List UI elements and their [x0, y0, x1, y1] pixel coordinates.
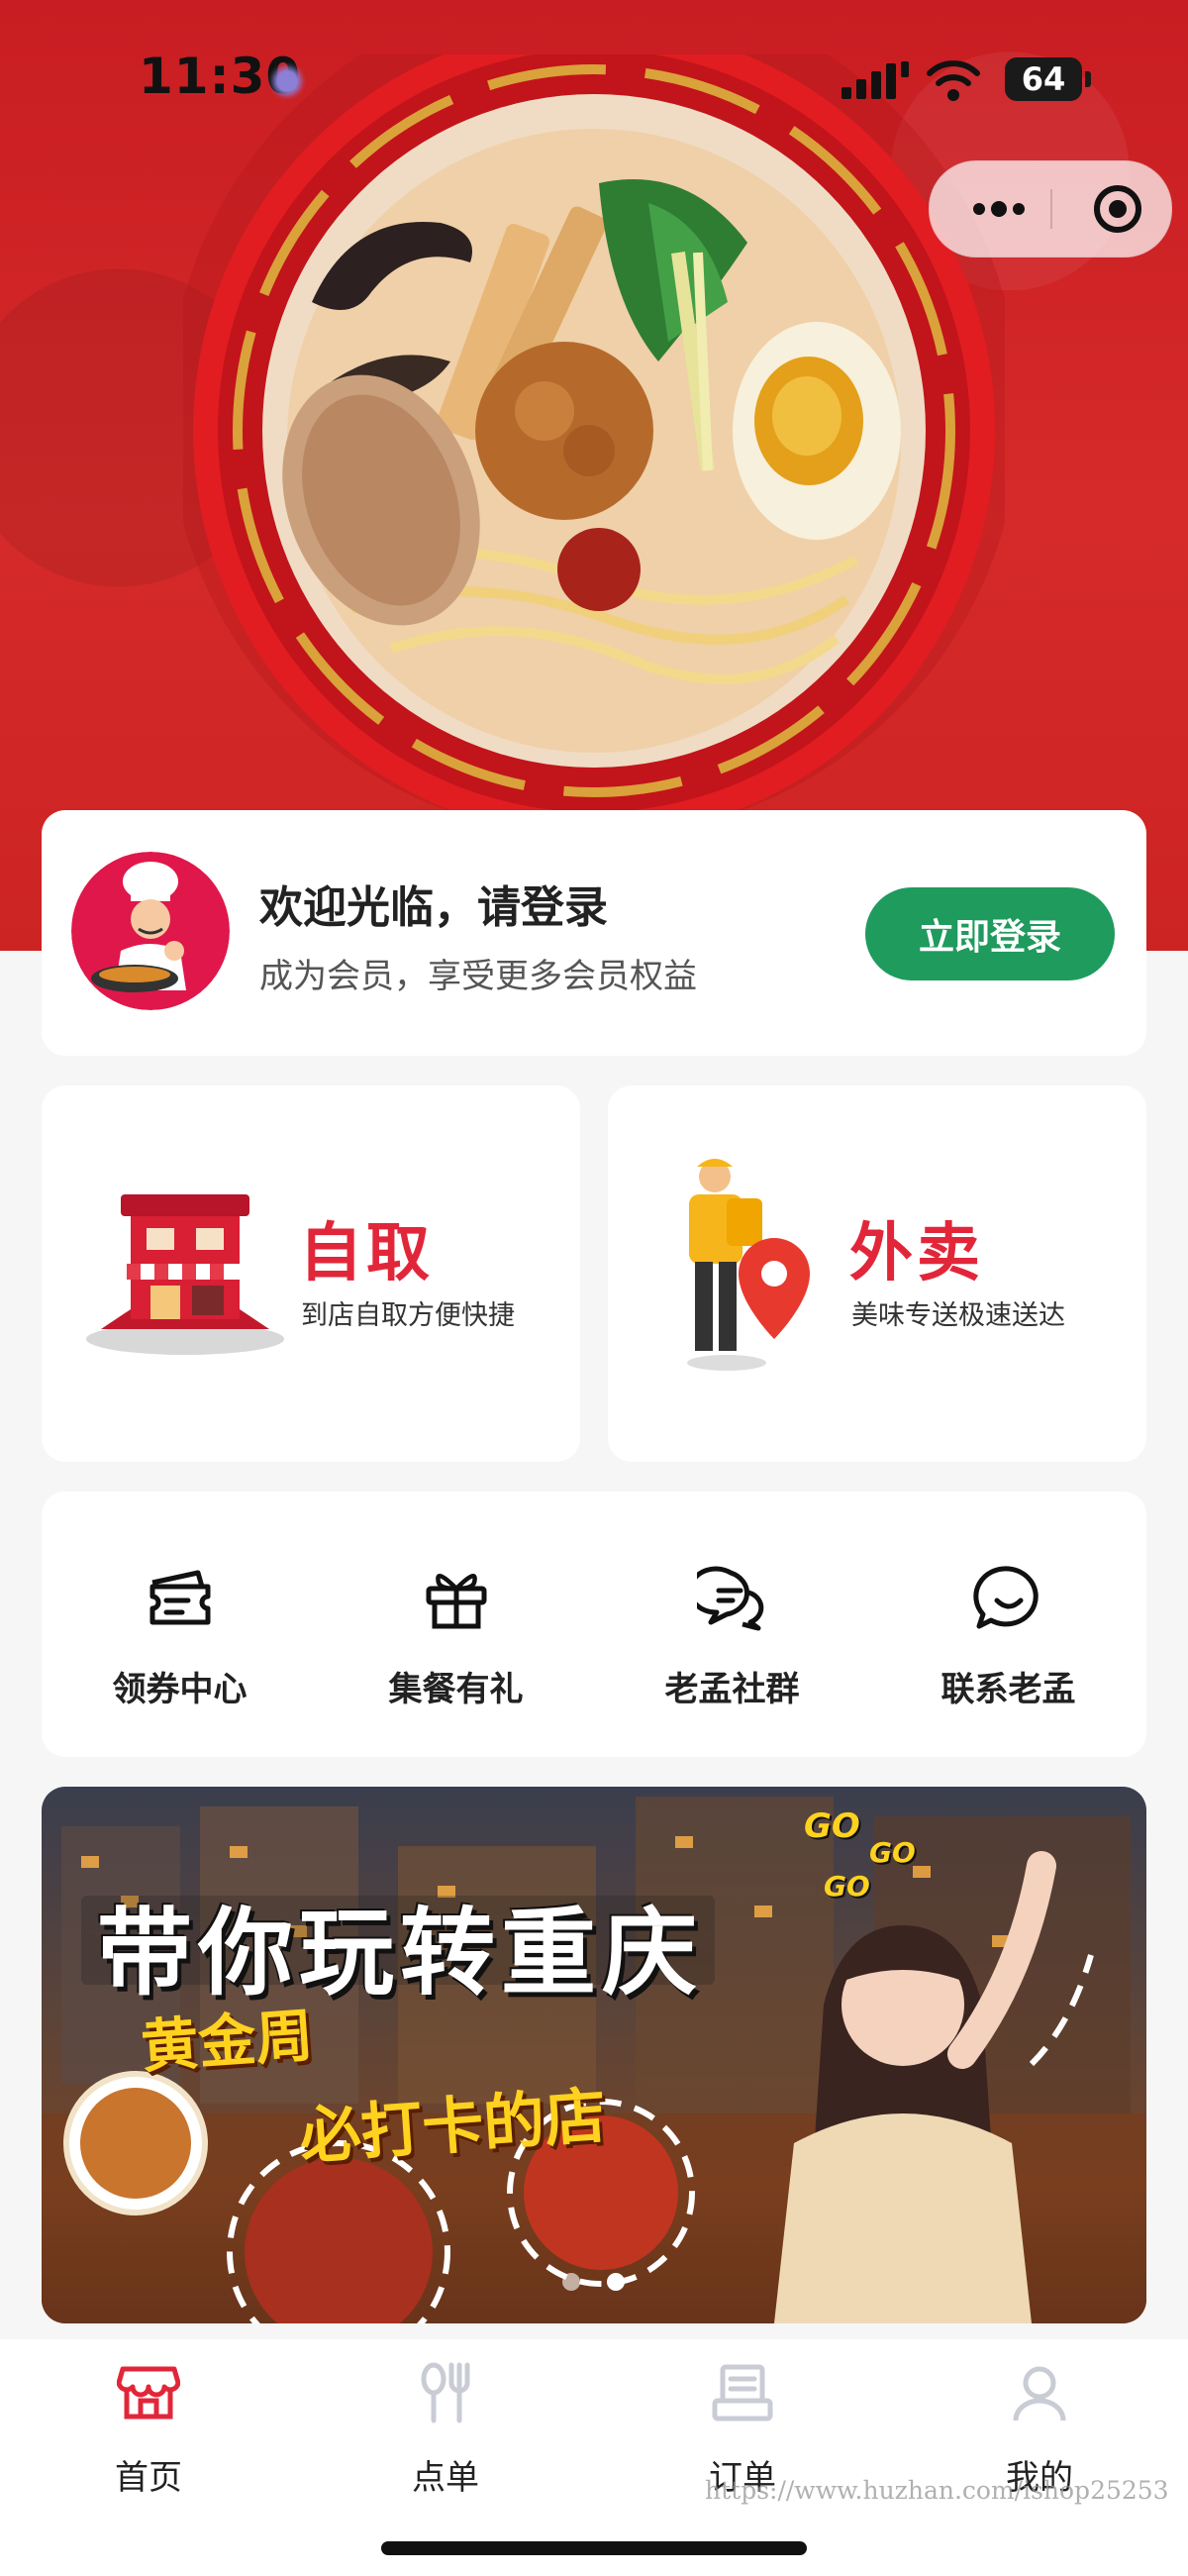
quick-label-contact: 联系老孟 [940, 1670, 1076, 1709]
store-icon [86, 1194, 284, 1355]
coupon-icon [149, 1570, 211, 1625]
banner-headline: 带你玩转重庆 [97, 1898, 703, 2009]
capsule-divider [1050, 189, 1052, 229]
quick-item-coupons[interactable]: 领券中心 [42, 1492, 318, 1757]
tab-orders[interactable]: 订单 [594, 2339, 891, 2537]
banner-line2: 黄金周 [139, 2002, 316, 2081]
chat-icon [697, 1566, 764, 1631]
welcome-subtitle: 成为会员，享受更多会员权益 [259, 957, 697, 996]
more-button[interactable] [959, 161, 1039, 257]
utensils-icon [421, 2362, 470, 2423]
banner-sticker-go-1: GO [804, 1806, 860, 1846]
miniprogram-capsule [929, 160, 1172, 258]
watermark: https://www.huzhan.com/ishop25253 [705, 2476, 1169, 2505]
store-front-icon [117, 2366, 180, 2420]
promo-banner[interactable]: 带你玩转重庆 黄金周 必打卡的店 GO GO GO [42, 1787, 1146, 2323]
user-icon [1013, 2366, 1066, 2421]
ramen-bowl-image [183, 54, 1005, 827]
status-bar: 11:30 64 [0, 0, 1188, 158]
more-dots-icon [973, 201, 1025, 217]
tab-profile[interactable]: 我的 [891, 2339, 1188, 2537]
login-button[interactable]: 立即登录 [865, 887, 1115, 980]
quick-label-gift: 集餐有礼 [388, 1670, 524, 1709]
banner-sticker-go-3: GO [824, 1870, 870, 1903]
quick-item-community[interactable]: 老孟社群 [594, 1492, 870, 1757]
tab-order[interactable]: 点单 [297, 2339, 594, 2537]
tab-home[interactable]: 首页 [0, 2339, 297, 2537]
pickup-card[interactable]: 自取 到店自取方便快捷 [42, 1085, 580, 1462]
close-button[interactable] [1078, 161, 1157, 257]
receipt-icon [712, 2364, 773, 2421]
quick-item-contact[interactable]: 联系老孟 [870, 1492, 1146, 1757]
banner-sticker-go-2: GO [869, 1836, 916, 1869]
target-close-icon [1094, 185, 1141, 233]
delivery-card[interactable]: 外卖 美味专送极速送达 [608, 1085, 1146, 1462]
tab-label-home: 首页 [115, 2458, 182, 2498]
quick-label-community: 老孟社群 [664, 1670, 800, 1709]
smile-chat-icon [973, 1566, 1039, 1629]
battery-indicator: 64 [1005, 57, 1091, 101]
gift-icon [426, 1574, 487, 1629]
signal-icon [842, 61, 909, 99]
delivery-subtitle: 美味专送极速送达 [851, 1300, 1065, 1331]
location-indicator-icon [267, 61, 307, 101]
pickup-subtitle: 到店自取方便快捷 [301, 1300, 515, 1331]
tab-label-order: 点单 [412, 2458, 479, 2498]
quick-label-coupons: 领券中心 [112, 1670, 248, 1709]
wifi-icon [927, 60, 980, 101]
chef-avatar-icon [71, 852, 230, 1010]
pickup-title: 自取 [299, 1217, 434, 1290]
home-indicator[interactable] [381, 2541, 807, 2555]
welcome-title: 欢迎光临，请登录 [259, 882, 608, 933]
delivery-icon [687, 1159, 810, 1371]
login-card: 欢迎光临，请登录 成为会员，享受更多会员权益 立即登录 [42, 810, 1146, 1056]
quick-item-gift[interactable]: 集餐有礼 [318, 1492, 594, 1757]
avatar[interactable] [71, 852, 230, 1010]
delivery-title: 外卖 [849, 1217, 984, 1290]
quick-menu: 领券中心 集餐有礼 老孟社群 联系老孟 [42, 1492, 1146, 1757]
